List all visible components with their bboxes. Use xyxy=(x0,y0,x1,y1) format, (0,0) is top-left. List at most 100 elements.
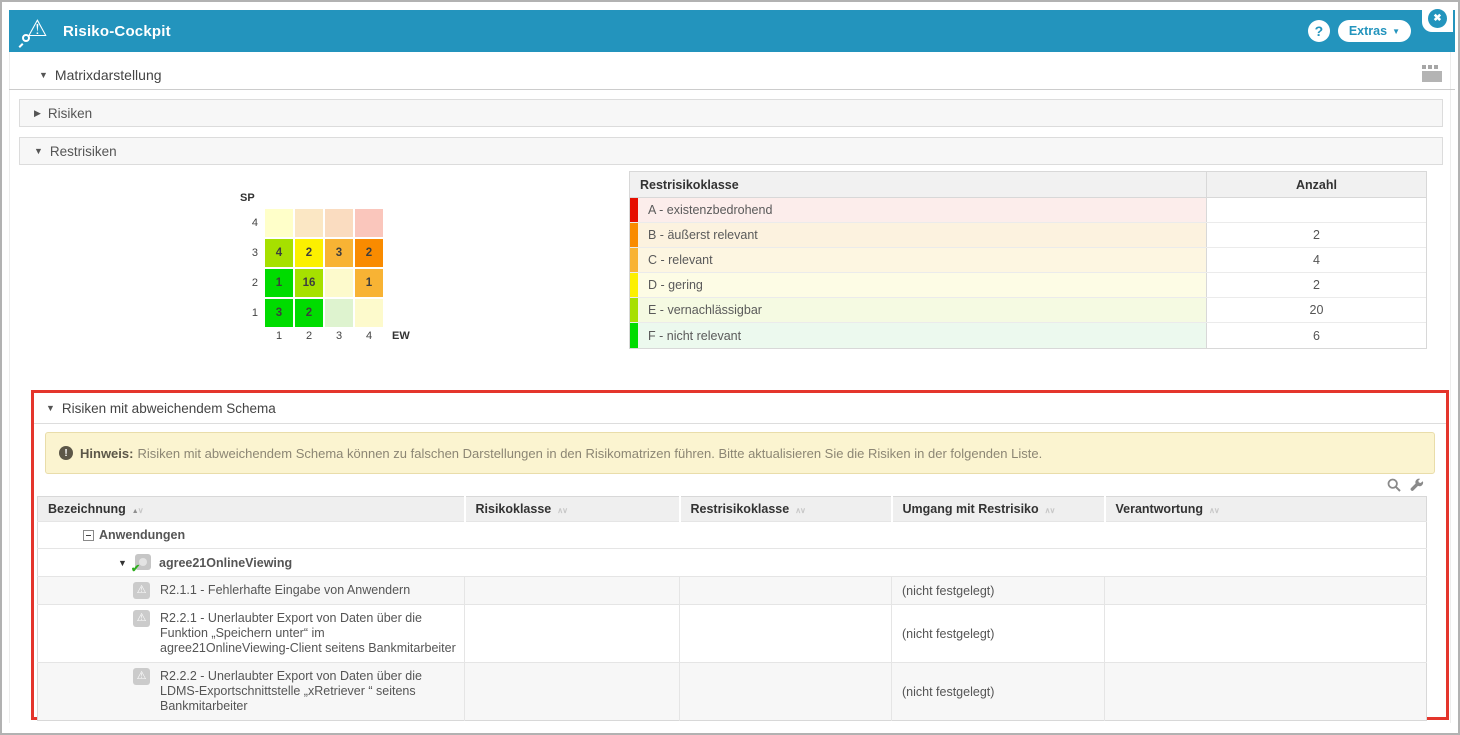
help-button[interactable]: ? xyxy=(1308,20,1330,42)
matrix-cell[interactable]: 2 xyxy=(295,239,323,267)
verantwortung-cell xyxy=(1105,605,1427,663)
restrisiko-table-body: A - existenzbedrohendB - äußerst relevan… xyxy=(630,198,1426,348)
matrix-cell[interactable]: 3 xyxy=(265,299,293,327)
umgang-cell: (nicht festgelegt) xyxy=(892,663,1105,721)
col-verantwortung[interactable]: Verantwortung∧∨ xyxy=(1105,497,1427,522)
matrix-cell[interactable] xyxy=(325,269,353,297)
matrix-cell[interactable]: 4 xyxy=(265,239,293,267)
matrix-col-label: 2 xyxy=(295,330,323,342)
restrisiko-class-label: E - vernachlässigbar xyxy=(638,298,1207,322)
matrix-x-axis-label: EW xyxy=(392,330,410,342)
wrench-icon[interactable] xyxy=(1410,478,1424,492)
section-restrisiken[interactable]: ▼ Restrisiken xyxy=(19,137,1443,165)
restrisiko-table-header: Restrisikoklasse Anzahl xyxy=(630,172,1426,198)
risk-row[interactable]: ⚠ R2.2.2 - Unerlaubter Export von Daten ü… xyxy=(38,663,1427,721)
matrix-row-label: 1 xyxy=(240,307,258,319)
restrisiko-count: 20 xyxy=(1207,298,1426,322)
restrisiko-row: E - vernachlässigbar20 xyxy=(630,298,1426,323)
risk-name-cell: ⚠ R2.2.2 - Unerlaubter Export von Daten ü… xyxy=(38,663,465,721)
risikoklasse-cell xyxy=(465,605,680,663)
matrix-row-label: 2 xyxy=(240,277,258,289)
risk-name-text: R2.2.1 - Unerlaubter Export von Daten üb… xyxy=(160,611,456,656)
risikoklasse-cell xyxy=(465,577,680,605)
sort-icons: ∧∨ xyxy=(795,506,805,515)
collapse-arrow-icon: ▼ xyxy=(34,146,43,156)
schema-table-header-row: Bezeichnung▲∨ Risikoklasse∧∨ Restrisikok… xyxy=(38,497,1427,522)
group-row[interactable]: Anwendungen xyxy=(38,522,1427,549)
col-risikoklasse[interactable]: Risikoklasse∧∨ xyxy=(465,497,680,522)
matrix-row-label: 3 xyxy=(240,247,258,259)
restrisiko-table: Restrisikoklasse Anzahl A - existenzbedr… xyxy=(629,171,1427,349)
col-anzahl: Anzahl xyxy=(1207,172,1426,197)
restrisiko-class-label: F - nicht relevant xyxy=(638,323,1207,348)
col-restrisikoklasse: Restrisikoklasse xyxy=(630,172,1207,197)
extras-button[interactable]: Extras ▼ xyxy=(1338,20,1411,42)
risikoklasse-cell xyxy=(465,663,680,721)
class-color-strip xyxy=(630,198,638,222)
matrix-row: 21161 xyxy=(240,269,410,297)
search-icon[interactable] xyxy=(1387,478,1401,492)
matrix-row: 34232 xyxy=(240,239,410,267)
matrix-cell[interactable]: 1 xyxy=(355,269,383,297)
section-schema[interactable]: ▼ Risiken mit abweichendem Schema xyxy=(34,393,1446,424)
matrix-cell[interactable] xyxy=(295,209,323,237)
class-color-strip xyxy=(630,273,638,297)
matrix-cell[interactable] xyxy=(355,299,383,327)
info-icon: ! xyxy=(59,446,73,460)
matrix-cell[interactable] xyxy=(265,209,293,237)
schema-risk-table: Bezeichnung▲∨ Risikoklasse∧∨ Restrisikok… xyxy=(37,496,1427,721)
section-schema-label: Risiken mit abweichendem Schema xyxy=(62,401,276,416)
umgang-cell: (nicht festgelegt) xyxy=(892,577,1105,605)
check-icon: ✔ xyxy=(131,562,140,575)
restrisiko-class-label: B - äußerst relevant xyxy=(638,223,1207,247)
collapse-minus-icon[interactable] xyxy=(83,530,94,541)
collapse-arrow-icon: ▼ xyxy=(39,70,48,80)
matrix-cell[interactable] xyxy=(355,209,383,237)
class-color-strip xyxy=(630,323,638,348)
risk-matrix: SP 43423221161132 1234EW xyxy=(240,192,410,342)
subgroup-cell: ▼ ✔ agree21OnlineViewing xyxy=(38,549,1427,577)
matrix-cell[interactable]: 3 xyxy=(325,239,353,267)
subgroup-row[interactable]: ▼ ✔ agree21OnlineViewing xyxy=(38,549,1427,577)
sort-icons: ∧∨ xyxy=(557,506,567,515)
table-view-icon[interactable] xyxy=(1422,65,1442,83)
col-umgang[interactable]: Umgang mit Restrisiko∧∨ xyxy=(892,497,1105,522)
col-restrisikoklasse[interactable]: Restrisikoklasse∧∨ xyxy=(680,497,892,522)
collapse-arrow-icon: ▼ xyxy=(46,403,55,413)
section-matrixdarstellung-label: Matrixdarstellung xyxy=(55,67,162,83)
risk-row[interactable]: ⚠R2.2.1 - Unerlaubter Export von Daten ü… xyxy=(38,605,1427,663)
group-cell: Anwendungen xyxy=(38,522,1427,549)
matrix-cell[interactable]: 2 xyxy=(295,299,323,327)
titlebar: ⚠ Risiko-Cockpit ? Extras ▼ xyxy=(9,10,1455,52)
matrix-cell[interactable]: 16 xyxy=(295,269,323,297)
risk-name-text: R2.1.1 - Fehlerhafte Eingabe von Anwende… xyxy=(160,583,410,598)
risk-name-text: R2.2.2 - Unerlaubter Export von Daten üb… xyxy=(160,669,456,714)
section-restrisiken-label: Restrisiken xyxy=(50,144,117,159)
matrix-y-axis-label: SP xyxy=(240,192,410,204)
section-risiken-label: Risiken xyxy=(48,106,92,121)
chevron-down-icon: ▼ xyxy=(1392,27,1400,36)
section-risiken[interactable]: ▶ Risiken xyxy=(19,99,1443,127)
matrix-cell[interactable]: 2 xyxy=(355,239,383,267)
sort-icons: ∧∨ xyxy=(1045,506,1055,515)
collapse-arrow-icon[interactable]: ▼ xyxy=(118,558,127,568)
restrisiko-count xyxy=(1207,198,1426,222)
matrix-cell[interactable] xyxy=(325,299,353,327)
matrix-cell[interactable] xyxy=(325,209,353,237)
risk-warning-icon: ⚠ xyxy=(133,668,150,685)
close-button[interactable]: ✖ xyxy=(1428,9,1447,28)
matrix-cell[interactable]: 1 xyxy=(265,269,293,297)
restrisiko-row: D - gering2 xyxy=(630,273,1426,298)
restrisiko-class-label: C - relevant xyxy=(638,248,1207,272)
hint-label: Hinweis: xyxy=(80,446,133,461)
group-label: Anwendungen xyxy=(99,528,185,542)
col-bezeichnung[interactable]: Bezeichnung▲∨ xyxy=(38,497,465,522)
matrix-row: 132 xyxy=(240,299,410,327)
sort-icons: ▲∨ xyxy=(132,506,143,515)
risk-row[interactable]: ⚠R2.1.1 - Fehlerhafte Eingabe von Anwend… xyxy=(38,577,1427,605)
risk-name-cell: ⚠R2.2.1 - Unerlaubter Export von Daten ü… xyxy=(38,605,465,663)
section-matrixdarstellung[interactable]: ▼ Matrixdarstellung xyxy=(9,60,1455,90)
restrisikoklasse-cell xyxy=(680,605,892,663)
subgroup-label: agree21OnlineViewing xyxy=(159,556,292,570)
restrisiko-row: C - relevant4 xyxy=(630,248,1426,273)
